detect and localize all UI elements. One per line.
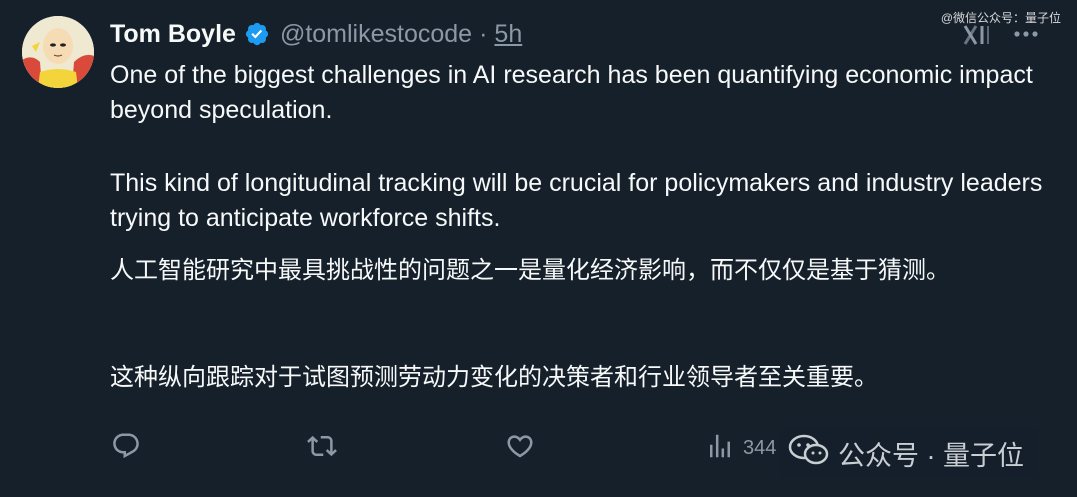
wechat-watermark: 公众号 · 量子位 xyxy=(780,428,1038,478)
tweet-text-en-1: One of the biggest challenges in AI rese… xyxy=(110,61,1033,124)
reply-icon xyxy=(111,431,141,466)
handle[interactable]: @tomlikestocode xyxy=(280,20,472,49)
views-count: 344 xyxy=(743,436,777,459)
tweet: Tom Boyle @tomlikestocode · 5h @微信公众号：量子… xyxy=(0,0,1077,497)
verified-badge-icon xyxy=(244,21,270,47)
grok-icon[interactable] xyxy=(962,22,994,48)
reply-button[interactable] xyxy=(111,430,141,466)
tweet-text-zh-1: 人工智能研究中最具挑战性的问题之一是量化经济影响，而不仅仅是基于猜测。 xyxy=(110,256,950,284)
separator-dot: · xyxy=(479,19,488,48)
tweet-text-en-2: This kind of longitudinal tracking will … xyxy=(110,169,1043,232)
like-icon xyxy=(505,431,535,466)
watermark-top: @微信公众号：量子位 xyxy=(940,11,1061,25)
tweet-text-zh-2: 这种纵向跟踪对于试图预测劳动力变化的决策者和行业领导者至关重要。 xyxy=(110,363,878,391)
more-icon[interactable] xyxy=(1012,24,1040,44)
views-button[interactable]: 344 xyxy=(705,430,776,466)
like-button[interactable] xyxy=(505,430,535,466)
wechat-icon xyxy=(788,433,830,474)
watermark-overlay-text: 公众号 · 量子位 xyxy=(838,440,1024,471)
retweet-button[interactable] xyxy=(307,430,337,466)
display-name[interactable]: Tom Boyle xyxy=(110,20,236,49)
retweet-icon xyxy=(307,431,337,466)
timestamp[interactable]: 5h xyxy=(494,20,522,49)
tweet-header: Tom Boyle @tomlikestocode · 5h xyxy=(110,18,522,50)
avatar[interactable] xyxy=(22,16,94,88)
views-icon xyxy=(705,431,735,466)
